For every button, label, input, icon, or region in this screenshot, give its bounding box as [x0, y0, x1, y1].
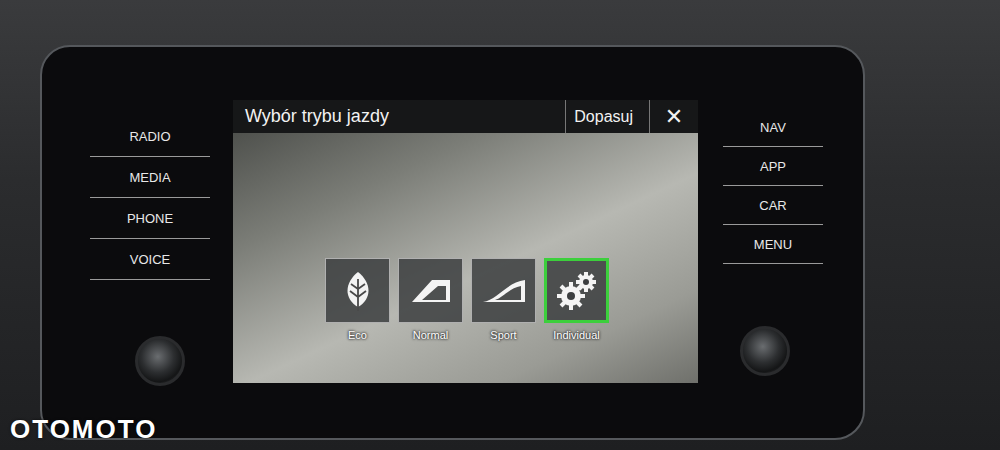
menu-button[interactable]: APP: [723, 147, 823, 186]
rotary-knob[interactable]: [135, 336, 185, 386]
drive-mode[interactable]: Normal: [398, 258, 463, 341]
mode-tile[interactable]: [398, 258, 463, 323]
menu-button[interactable]: MENU: [723, 225, 823, 264]
left-menu: RADIOMEDIAPHONEVOICE: [90, 100, 210, 438]
menu-button[interactable]: RADIO: [90, 116, 210, 157]
menu-button[interactable]: VOICE: [90, 239, 210, 280]
menu-button[interactable]: MEDIA: [90, 157, 210, 198]
customize-button[interactable]: Dopasuj: [565, 100, 649, 133]
eco-icon: [338, 269, 378, 313]
display-screen: Wybór trybu jazdyDopasuj✕ Eco Normal Sport I…: [233, 100, 698, 438]
mode-label: Eco: [348, 329, 367, 341]
close-button[interactable]: ✕: [649, 100, 698, 133]
screen-title: Wybór trybu jazdy: [233, 100, 565, 133]
drive-mode[interactable]: Individual: [544, 258, 609, 341]
mode-label: Normal: [413, 329, 448, 341]
mode-label: Sport: [490, 329, 516, 341]
mode-tile[interactable]: [325, 258, 390, 323]
title-bar: Wybór trybu jazdyDopasuj✕: [233, 100, 698, 133]
individual-icon: [552, 268, 602, 314]
menu-button[interactable]: NAV: [723, 108, 823, 147]
menu-button[interactable]: PHONE: [90, 198, 210, 239]
drive-mode[interactable]: Sport: [471, 258, 536, 341]
mode-tile[interactable]: [471, 258, 536, 323]
mode-label: Individual: [553, 329, 599, 341]
watermark: OTOMOTO: [10, 414, 157, 445]
drive-mode[interactable]: Eco: [325, 258, 390, 341]
infotainment-bezel: RADIOMEDIAPHONEVOICE Wybór trybu jazdyDop…: [40, 45, 865, 440]
right-menu: NAVAPPCARMENU: [723, 100, 823, 438]
sport-icon: [479, 276, 529, 306]
mode-tile[interactable]: [544, 258, 609, 323]
menu-button[interactable]: CAR: [723, 186, 823, 225]
normal-icon: [406, 276, 456, 306]
rotary-knob[interactable]: [740, 326, 790, 376]
mixer-background: Eco Normal Sport Individual: [233, 133, 698, 383]
